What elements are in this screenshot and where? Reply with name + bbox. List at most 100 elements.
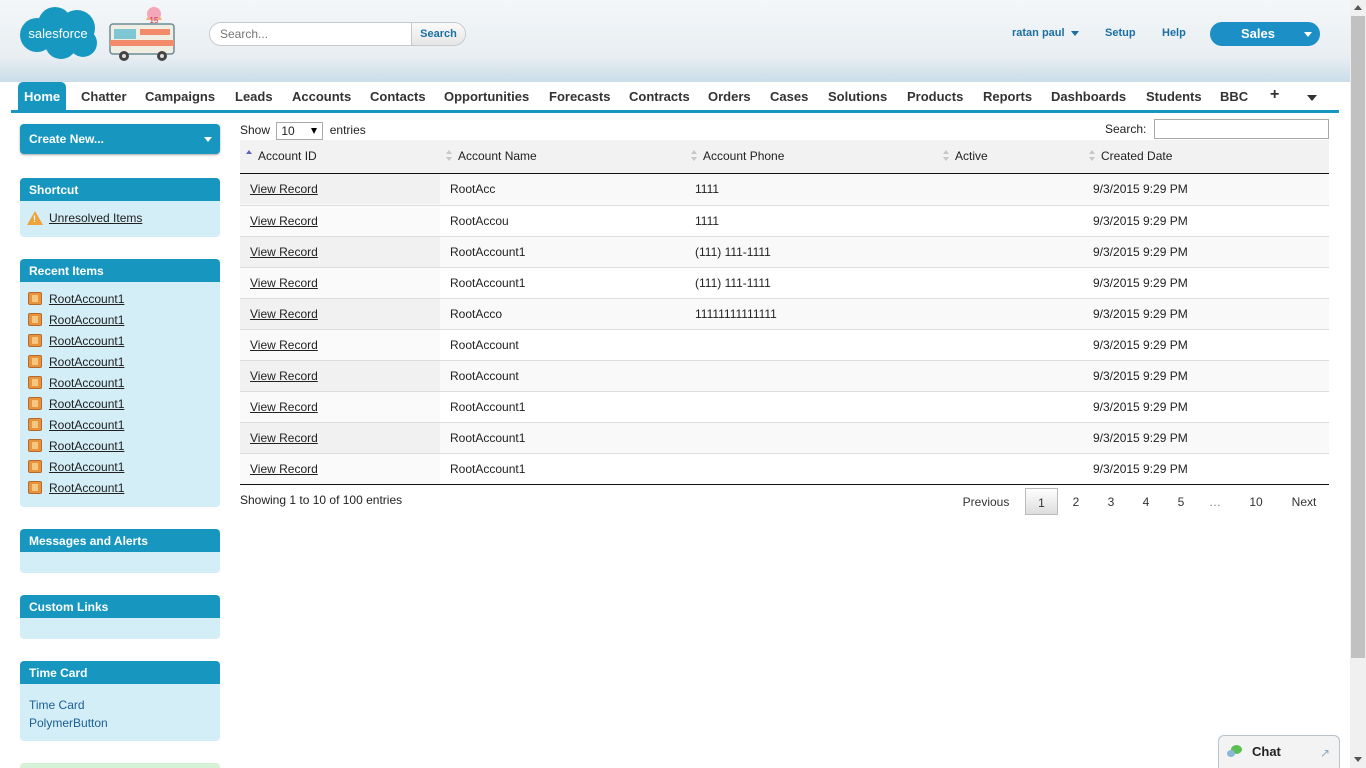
table-row: View Record RootAccount1 (111) 111-1111 …	[240, 236, 1329, 267]
account-name-cell: RootAccount1	[450, 245, 526, 259]
tab-students[interactable]: Students	[1146, 82, 1202, 110]
table-search-input[interactable]	[1154, 119, 1329, 139]
tab-products[interactable]: Products	[907, 82, 963, 110]
tab-home[interactable]: Home	[18, 82, 67, 110]
view-record-link[interactable]: View Record	[250, 431, 318, 445]
help-link[interactable]: Help	[1162, 27, 1186, 39]
created-date-cell: 9/3/2015 9:29 PM	[1093, 182, 1188, 196]
global-search-input[interactable]	[210, 23, 412, 45]
recent-items-heading: Recent Items	[20, 259, 220, 282]
created-date-cell: 9/3/2015 9:29 PM	[1093, 462, 1188, 476]
scrollbar-thumb[interactable]	[1351, 16, 1365, 658]
tab-dashboards[interactable]: Dashboards	[1051, 82, 1126, 110]
tab-chatter[interactable]: Chatter	[81, 82, 127, 110]
account-icon	[28, 439, 42, 452]
tab-contacts[interactable]: Contacts	[370, 82, 426, 110]
tab-overflow-menu[interactable]	[1307, 82, 1317, 110]
column-header-created-date[interactable]: Created Date	[1101, 149, 1172, 163]
table-row: View Record RootAcc 1111 9/3/2015 9:29 P…	[240, 174, 1329, 205]
table-row: View Record RootAccou 1111 9/3/2015 9:29…	[240, 205, 1329, 236]
scroll-up-arrow-icon[interactable]	[1354, 5, 1362, 10]
view-record-link[interactable]: View Record	[250, 338, 318, 352]
tab-campaigns[interactable]: Campaigns	[145, 82, 215, 110]
plus-icon[interactable]: +	[1270, 82, 1279, 110]
view-record-link[interactable]: View Record	[250, 245, 318, 259]
account-name-cell: RootAccount1	[450, 431, 526, 445]
recent-item-link[interactable]: RootAccount1	[49, 355, 124, 369]
view-record-link[interactable]: View Record	[250, 276, 318, 290]
column-header-account-phone[interactable]: Account Phone	[703, 149, 784, 163]
recent-items-panel: RootAccount1 RootAccount1 RootAccount1 R…	[20, 282, 220, 507]
recent-item-link[interactable]: RootAccount1	[49, 292, 124, 306]
recent-item-link[interactable]: RootAccount1	[49, 418, 124, 432]
account-name-cell: RootAccount1	[450, 462, 526, 476]
view-record-link[interactable]: View Record	[250, 462, 318, 476]
table-info: Showing 1 to 10 of 100 entries	[240, 493, 403, 507]
time-card-link[interactable]: Time Card	[29, 698, 85, 712]
tab-leads[interactable]: Leads	[235, 82, 273, 110]
view-record-link[interactable]: View Record	[250, 307, 318, 321]
popout-icon[interactable]: ↗	[1320, 746, 1330, 760]
recent-item-link[interactable]: RootAccount1	[49, 460, 124, 474]
user-menu[interactable]: ratan paul	[1012, 27, 1079, 39]
column-header-account-name[interactable]: Account Name	[458, 149, 537, 163]
scroll-down-arrow-icon[interactable]	[1354, 757, 1362, 762]
recent-item-link[interactable]: RootAccount1	[49, 376, 124, 390]
tab-opportunities[interactable]: Opportunities	[444, 82, 529, 110]
tab-reports[interactable]: Reports	[983, 82, 1032, 110]
view-record-link[interactable]: View Record	[250, 369, 318, 383]
messages-alerts-panel	[20, 552, 220, 573]
shortcut-heading: Shortcut	[20, 178, 220, 201]
previous-page-button[interactable]: Previous	[955, 488, 1017, 515]
page-length-select[interactable]: 10	[276, 122, 324, 140]
created-date-cell: 9/3/2015 9:29 PM	[1093, 338, 1188, 352]
column-header-active[interactable]: Active	[955, 149, 988, 163]
account-phone-cell: 1111	[695, 214, 720, 228]
page-button-current[interactable]: 1	[1025, 488, 1058, 515]
view-record-link[interactable]: View Record	[250, 182, 318, 196]
create-new-button[interactable]: Create New...	[20, 124, 220, 154]
global-search-button[interactable]: Search	[411, 23, 465, 45]
account-id-cell: View Record	[240, 299, 440, 329]
page-button-last[interactable]: 10	[1240, 488, 1272, 515]
global-header: salesforce 15 Search ratan paul Setup He…	[0, 0, 1350, 82]
tab-bbc[interactable]: BBC	[1220, 82, 1248, 110]
tab-forecasts[interactable]: Forecasts	[549, 82, 610, 110]
page-button[interactable]: 2	[1064, 488, 1088, 515]
chevron-down-icon	[1307, 95, 1317, 101]
sort-ascending-icon	[246, 150, 253, 162]
view-record-link[interactable]: View Record	[250, 400, 318, 414]
show-label: Show	[240, 123, 271, 138]
recent-item-link[interactable]: RootAccount1	[49, 439, 124, 453]
salesforce-logo[interactable]: salesforce	[17, 5, 100, 61]
tab-solutions[interactable]: Solutions	[828, 82, 887, 110]
polymer-button-link[interactable]: PolymerButton	[29, 716, 108, 730]
column-header-account-id[interactable]: Account ID	[258, 149, 317, 163]
account-icon	[28, 418, 42, 431]
custom-links-panel	[20, 618, 220, 639]
table-row: View Record RootAccount1 9/3/2015 9:29 P…	[240, 422, 1329, 453]
account-name-cell: RootAcco	[450, 307, 503, 321]
chat-widget[interactable]: Chat ↗	[1218, 735, 1340, 768]
page-button[interactable]: 4	[1134, 488, 1158, 515]
global-search: Search	[209, 22, 466, 46]
recent-item-link[interactable]: RootAccount1	[49, 334, 124, 348]
unresolved-items-link[interactable]: Unresolved Items	[49, 211, 142, 225]
tab-accounts[interactable]: Accounts	[292, 82, 351, 110]
tab-contracts[interactable]: Contracts	[629, 82, 690, 110]
app-picker[interactable]: Sales	[1210, 22, 1320, 46]
recent-item-link[interactable]: RootAccount1	[49, 481, 124, 495]
setup-link[interactable]: Setup	[1105, 27, 1136, 39]
time-card-panel: Time Card PolymerButton	[20, 684, 220, 741]
sidebar-panel-partial	[20, 763, 220, 768]
view-record-link[interactable]: View Record	[250, 214, 318, 228]
tab-orders[interactable]: Orders	[708, 82, 751, 110]
sort-icon	[943, 150, 950, 162]
page-button[interactable]: 5	[1169, 488, 1193, 515]
account-phone-cell: (111) 111-1111	[695, 276, 771, 290]
recent-item-link[interactable]: RootAccount1	[49, 313, 124, 327]
next-page-button[interactable]: Next	[1285, 488, 1323, 515]
page-button[interactable]: 3	[1099, 488, 1123, 515]
recent-item-link[interactable]: RootAccount1	[49, 397, 124, 411]
tab-cases[interactable]: Cases	[770, 82, 808, 110]
